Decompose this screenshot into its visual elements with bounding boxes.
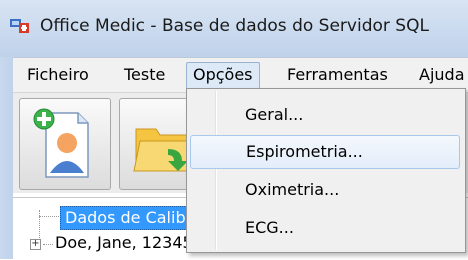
title-bar[interactable]: Office Medic - Base de dados do Servidor… [0,0,468,57]
menu-teste[interactable]: Teste [118,63,171,87]
window-frame-left [0,57,13,259]
tree-expand-icon[interactable]: + [30,239,41,250]
menu-ficheiro[interactable]: Ficheiro [21,63,95,87]
menu-opcoes[interactable]: Opções [186,62,260,89]
menu-item-geral[interactable]: Geral... [190,98,460,132]
menu-ferramentas[interactable]: Ferramentas [281,63,394,87]
menu-item-oximetria[interactable]: Oximetria... [190,173,460,207]
menu-item-espirometria[interactable]: Espirometria... [190,135,460,169]
tree-connector [39,216,59,218]
menu-bar: Ficheiro Teste Opções Ferramentas Ajuda [13,57,468,92]
add-patient-button[interactable] [19,98,111,190]
menu-item-ecg[interactable]: ECG... [190,211,460,245]
opcoes-dropdown-menu: Geral... Espirometria... Oximetria... EC… [186,88,466,253]
office-medic-app-icon [10,19,29,33]
tree-connector [43,244,53,246]
menu-ajuda[interactable]: Ajuda [413,63,468,87]
window-title: Office Medic - Base de dados do Servidor… [40,16,429,36]
tree-connector [39,210,41,240]
add-patient-icon [33,108,89,178]
